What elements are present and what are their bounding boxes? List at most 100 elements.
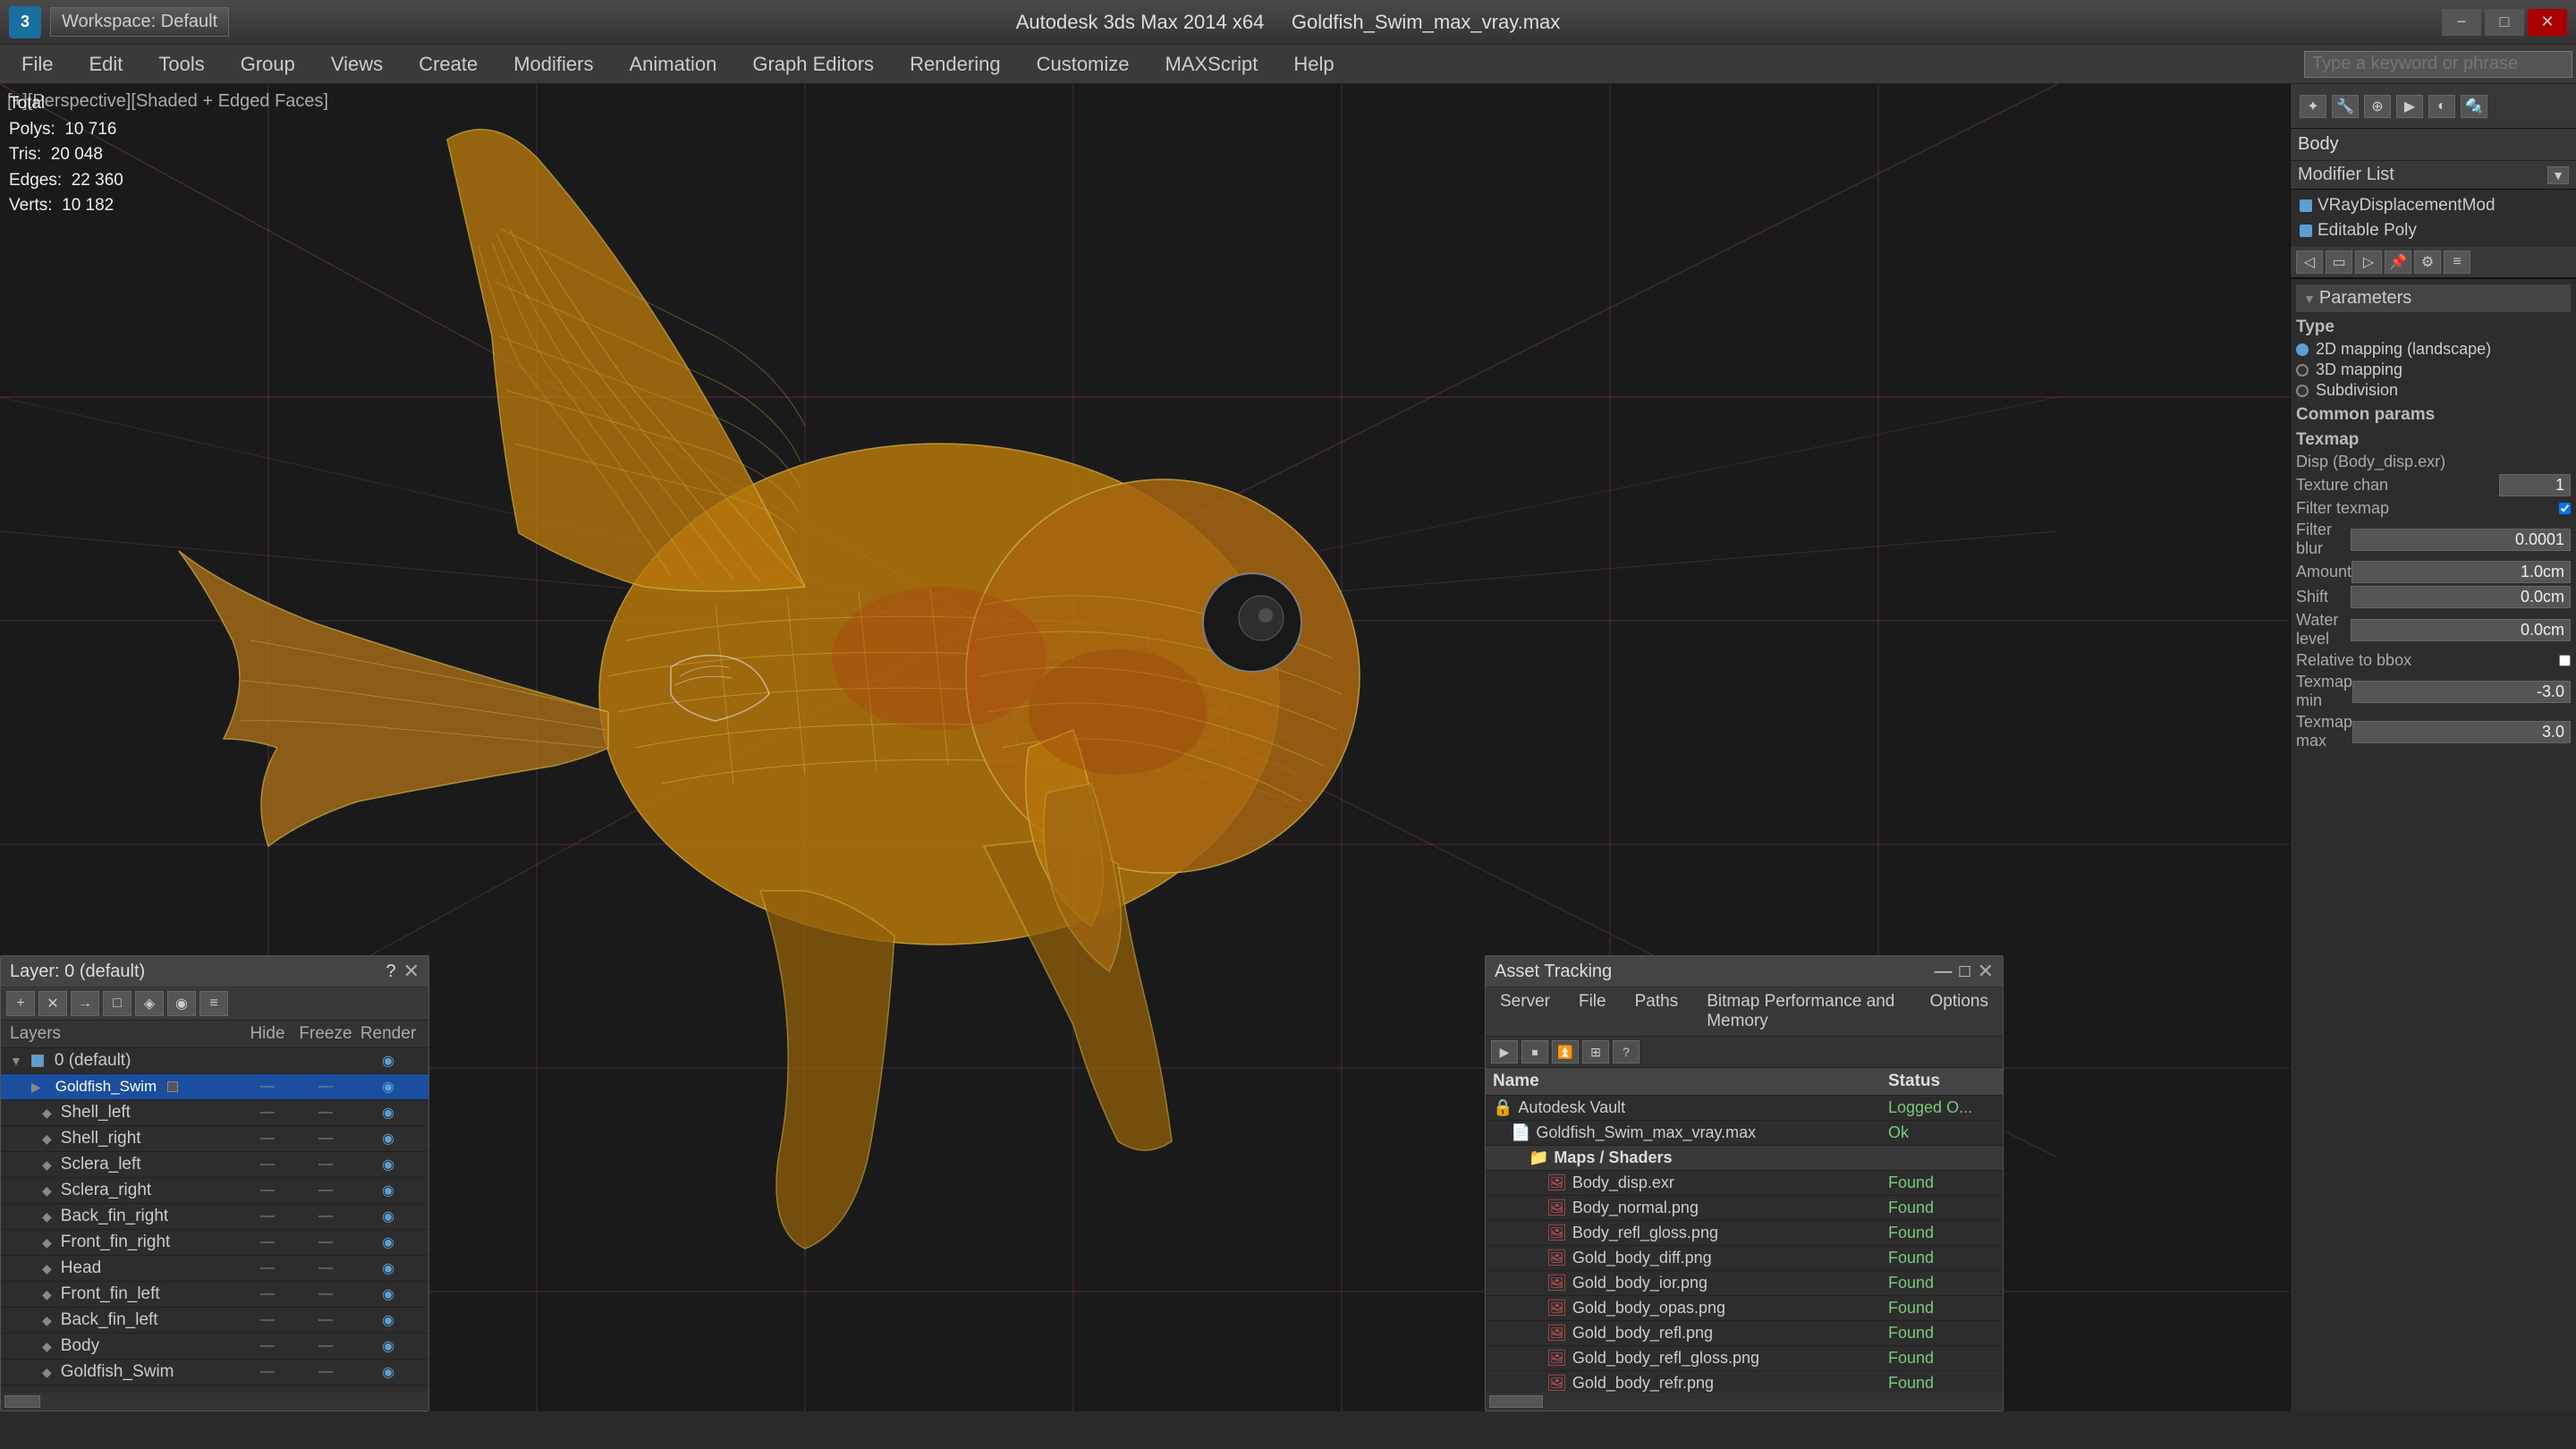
menu-animation[interactable]: Animation — [611, 45, 734, 83]
asset-btn-1[interactable]: ▶ — [1491, 1040, 1518, 1063]
asset-row-vault[interactable]: 🔒 Autodesk Vault Logged O... — [1486, 1096, 2003, 1121]
menu-group[interactable]: Group — [223, 45, 313, 83]
asset-menu-bitmap-perf[interactable]: Bitmap Performance and Memory — [1692, 989, 1915, 1034]
asset-menu-options[interactable]: Options — [1916, 989, 2003, 1034]
rp-tb-settings[interactable]: ⚙ — [2414, 250, 2441, 274]
layer-row-front-fin-right[interactable]: ◆ Front_fin_right ——◉ — [1, 1230, 428, 1256]
asset-maximize-button[interactable]: □ — [1959, 962, 1970, 982]
layer-row-goldfish-swim2[interactable]: ◆ Goldfish_Swim ——◉ — [1, 1360, 428, 1385]
asset-btn-4[interactable]: ⊞ — [1582, 1040, 1609, 1063]
layer-row-sclera-left[interactable]: ◆ Sclera_left ——◉ — [1, 1152, 428, 1178]
layer-checkbox[interactable] — [31, 1055, 44, 1067]
menu-modifiers[interactable]: Modifiers — [496, 45, 611, 83]
menu-customize[interactable]: Customize — [1019, 45, 1148, 83]
modifier-editable-poly[interactable]: Editable Poly — [2294, 218, 2572, 243]
asset-row-gold-opas[interactable]: 🖼 Gold_body_opas.png Found — [1486, 1296, 2003, 1321]
layers-delete-button[interactable]: ✕ — [38, 991, 67, 1016]
asset-row-gold-refl-gloss[interactable]: 🖼 Gold_body_refl_gloss.png Found — [1486, 1346, 2003, 1371]
asset-menu-file[interactable]: File — [1564, 989, 1621, 1034]
texmap-min-input[interactable] — [2352, 681, 2571, 703]
menu-edit[interactable]: Edit — [71, 45, 140, 83]
modifier-list-dropdown[interactable]: ▼ — [2547, 166, 2569, 184]
layers-scrollbar[interactable] — [1, 1393, 428, 1411]
asset-menu-server[interactable]: Server — [1486, 989, 1564, 1034]
layers-highlight-button[interactable]: ◈ — [135, 991, 164, 1016]
modifier-vray-disp[interactable]: VRayDisplacementMod — [2294, 193, 2572, 218]
scroll-thumb[interactable] — [4, 1395, 40, 1408]
rp-tb-prev[interactable]: ◁ — [2296, 250, 2323, 274]
filter-texmap-checkbox[interactable] — [2559, 503, 2571, 514]
asset-row-max-file[interactable]: 📄 Goldfish_Swim_max_vray.max Ok — [1486, 1121, 2003, 1146]
menu-graph-editors[interactable]: Graph Editors — [734, 45, 892, 83]
menu-maxscript[interactable]: MAXScript — [1148, 45, 1276, 83]
layer-row-back-fin-right[interactable]: ◆ Back_fin_right ——◉ — [1, 1204, 428, 1230]
rp-icon-utilities[interactable]: 🔩 — [2461, 95, 2487, 118]
layers-options-button[interactable]: ≡ — [199, 991, 228, 1016]
relative-bbox-checkbox[interactable] — [2559, 655, 2571, 666]
shift-input[interactable] — [2351, 586, 2571, 608]
rp-icon-motion[interactable]: ▶ — [2396, 95, 2423, 118]
rp-tb-more[interactable]: ≡ — [2444, 250, 2470, 274]
asset-row-body-disp[interactable]: 🖼 Body_disp.exr Found — [1486, 1171, 2003, 1196]
asset-scroll-thumb[interactable] — [1489, 1395, 1543, 1408]
layer-row-back-fin-left[interactable]: ◆ Back_fin_left ——◉ — [1, 1308, 428, 1334]
asset-row-maps-folder[interactable]: 📁 Maps / Shaders — [1486, 1146, 2003, 1171]
rp-tb-stop[interactable]: ▭ — [2326, 250, 2352, 274]
viewport-3d[interactable]: [+][Perspective][Shaded + Edged Faces] T… — [0, 84, 2290, 1411]
search-input[interactable] — [2304, 51, 2572, 78]
asset-btn-3[interactable]: ⏫ — [1552, 1040, 1579, 1063]
rp-tb-next[interactable]: ▷ — [2355, 250, 2382, 274]
workspace-button[interactable]: Workspace: Default — [50, 7, 229, 37]
rp-icon-display[interactable]: ◐ — [2428, 95, 2455, 118]
rp-icon-create[interactable]: ✦ — [2300, 95, 2326, 118]
maximize-button[interactable]: □ — [2485, 9, 2524, 36]
asset-gold-refl-label: Gold_body_refl.png — [1572, 1324, 1713, 1343]
layer-row-default[interactable]: ▼ 0 (default) ◉ — [1, 1048, 428, 1074]
asset-row-gold-ior[interactable]: 🖼 Gold_body_ior.png Found — [1486, 1271, 2003, 1296]
asset-row-gold-diff[interactable]: 🖼 Gold_body_diff.png Found — [1486, 1246, 2003, 1271]
amount-input[interactable] — [2351, 561, 2571, 583]
menu-help[interactable]: Help — [1275, 45, 1352, 83]
asset-close-button[interactable]: ✕ — [1978, 960, 1994, 983]
close-button[interactable]: ✕ — [2528, 9, 2567, 36]
asset-row-body-refl[interactable]: 🖼 Body_refl_gloss.png Found — [1486, 1221, 2003, 1246]
asset-minimize-button[interactable]: — — [1934, 962, 1952, 982]
texmap-max-input[interactable] — [2352, 721, 2571, 743]
asset-menu-paths[interactable]: Paths — [1621, 989, 1693, 1034]
layers-select-button[interactable]: □ — [103, 991, 131, 1016]
rp-tb-pin[interactable]: 📌 — [2385, 250, 2411, 274]
asset-scrollbar[interactable] — [1486, 1393, 2003, 1411]
minimize-button[interactable]: − — [2442, 9, 2481, 36]
menu-file[interactable]: File — [4, 45, 71, 83]
rp-icon-modify[interactable]: 🔧 — [2332, 95, 2359, 118]
menubar: File Edit Tools Group Views Create Modif… — [0, 45, 2576, 84]
asset-row-body-normal[interactable]: 🖼 Body_normal.png Found — [1486, 1196, 2003, 1221]
layers-new-button[interactable]: + — [6, 991, 35, 1016]
layers-question-button[interactable]: ? — [386, 962, 395, 982]
layer-row-body[interactable]: ◆ Body ——◉ — [1, 1334, 428, 1360]
radio-2d-mapping[interactable]: 2D mapping (landscape) — [2296, 340, 2571, 359]
layers-close-button[interactable]: ✕ — [403, 960, 419, 983]
layer-row-shell-right[interactable]: ◆ Shell_right ——◉ — [1, 1126, 428, 1152]
layers-visible-button[interactable]: ◉ — [167, 991, 196, 1016]
radio-subdivision[interactable]: Subdivision — [2296, 381, 2571, 400]
layer-row-shell-left[interactable]: ◆ Shell_left ——◉ — [1, 1100, 428, 1126]
asset-btn-2[interactable]: ⏹ — [1521, 1040, 1548, 1063]
layer-row-sclera-right[interactable]: ◆ Sclera_right ——◉ — [1, 1178, 428, 1204]
rp-icon-hierarchy[interactable]: ⊕ — [2364, 95, 2391, 118]
menu-tools[interactable]: Tools — [140, 45, 222, 83]
water-level-input[interactable] — [2351, 619, 2571, 641]
menu-views[interactable]: Views — [313, 45, 401, 83]
asset-row-gold-refl[interactable]: 🖼 Gold_body_refl.png Found — [1486, 1321, 2003, 1346]
menu-rendering[interactable]: Rendering — [892, 45, 1019, 83]
texture-chan-input[interactable] — [2499, 474, 2571, 496]
filter-blur-input[interactable] — [2351, 529, 2571, 551]
radio-3d-mapping[interactable]: 3D mapping — [2296, 360, 2571, 379]
menu-create[interactable]: Create — [401, 45, 496, 83]
layer-row-goldfish-swim[interactable]: ▶ Goldfish_Swim — — ◉ — [1, 1074, 428, 1100]
layer-row-head[interactable]: ◆ Head ——◉ — [1, 1256, 428, 1282]
layer-row-front-fin-left[interactable]: ◆ Front_fin_left ——◉ — [1, 1282, 428, 1308]
layers-add-button[interactable]: → — [71, 991, 99, 1016]
asset-btn-5[interactable]: ? — [1613, 1040, 1640, 1063]
asset-tracking-panel: Asset Tracking — □ ✕ Server File Paths B… — [1485, 955, 2004, 1411]
